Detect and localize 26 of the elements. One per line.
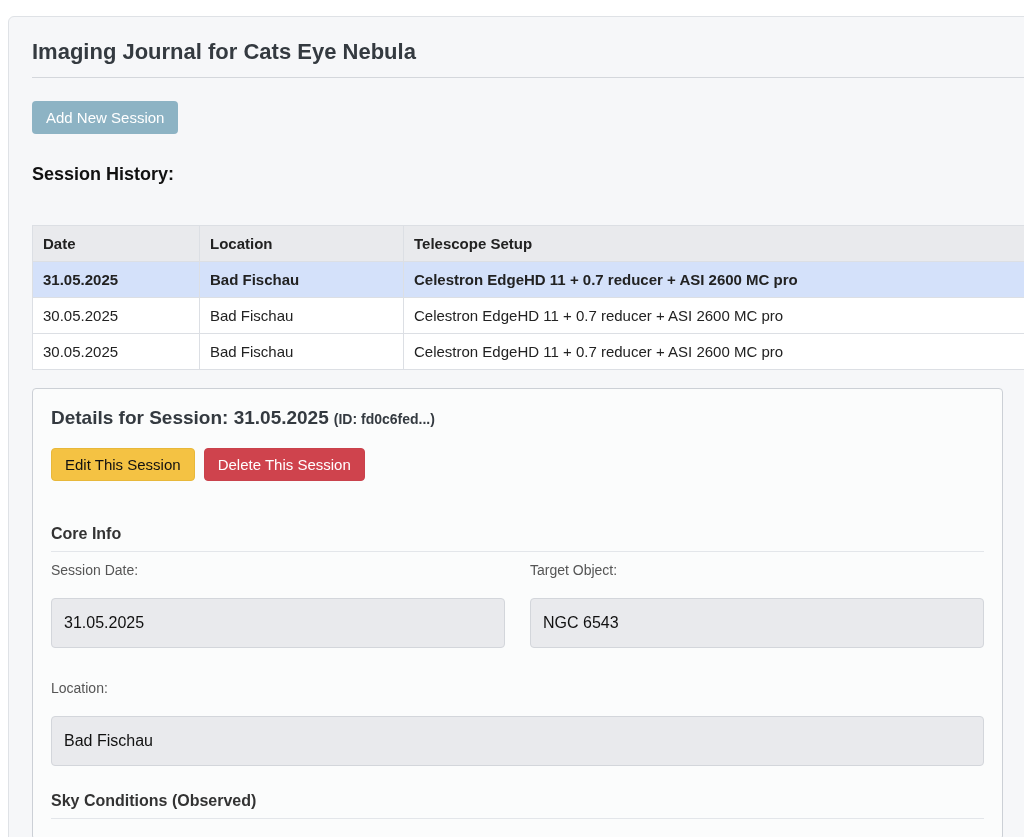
page-title: Imaging Journal for Cats Eye Nebula: [32, 39, 1024, 78]
edit-button[interactable]: Edit This Session: [51, 448, 195, 481]
input-field[interactable]: Bad Fischau: [51, 716, 984, 766]
session-id: (ID: fd0c6fed...): [333, 411, 435, 427]
table-cell[interactable]: 30.05.2025: [32, 333, 200, 370]
column-header: Telescope Setup: [403, 225, 1024, 262]
section-heading: Core Info: [51, 525, 984, 552]
field-label: Session Date:: [51, 562, 140, 578]
field-label: Location:: [51, 680, 109, 696]
delete-button[interactable]: Delete This Session: [203, 448, 365, 481]
section-heading: Sky Conditions (Observed): [51, 792, 984, 819]
table-cell[interactable]: Bad Fischau: [199, 333, 404, 370]
table-cell[interactable]: Bad Fischau: [199, 261, 404, 298]
table-cell[interactable]: 30.05.2025: [32, 297, 200, 334]
table-cell[interactable]: Bad Fischau: [199, 297, 404, 334]
table-cell[interactable]: Celestron EdgeHD 11 + 0.7 reducer + ASI 2600 MC pro: [403, 333, 1024, 370]
table-cell[interactable]: Celestron EdgeHD 11 + 0.7 reducer + ASI 2600 MC pro: [403, 261, 1024, 298]
column-header: Date: [32, 225, 200, 262]
column-header: Location: [199, 225, 404, 262]
section-heading: Session History:: [32, 164, 176, 185]
table-cell[interactable]: 31.05.2025: [32, 261, 200, 298]
input-field[interactable]: NGC 6543: [530, 598, 984, 648]
input-field[interactable]: 31.05.2025: [51, 598, 505, 648]
table-cell[interactable]: Celestron EdgeHD 11 + 0.7 reducer + ASI 2600 MC pro: [403, 297, 1024, 334]
field-label: Target Object:: [530, 562, 619, 578]
details-title: Details for Session: 31.05.2025: [51, 407, 329, 429]
